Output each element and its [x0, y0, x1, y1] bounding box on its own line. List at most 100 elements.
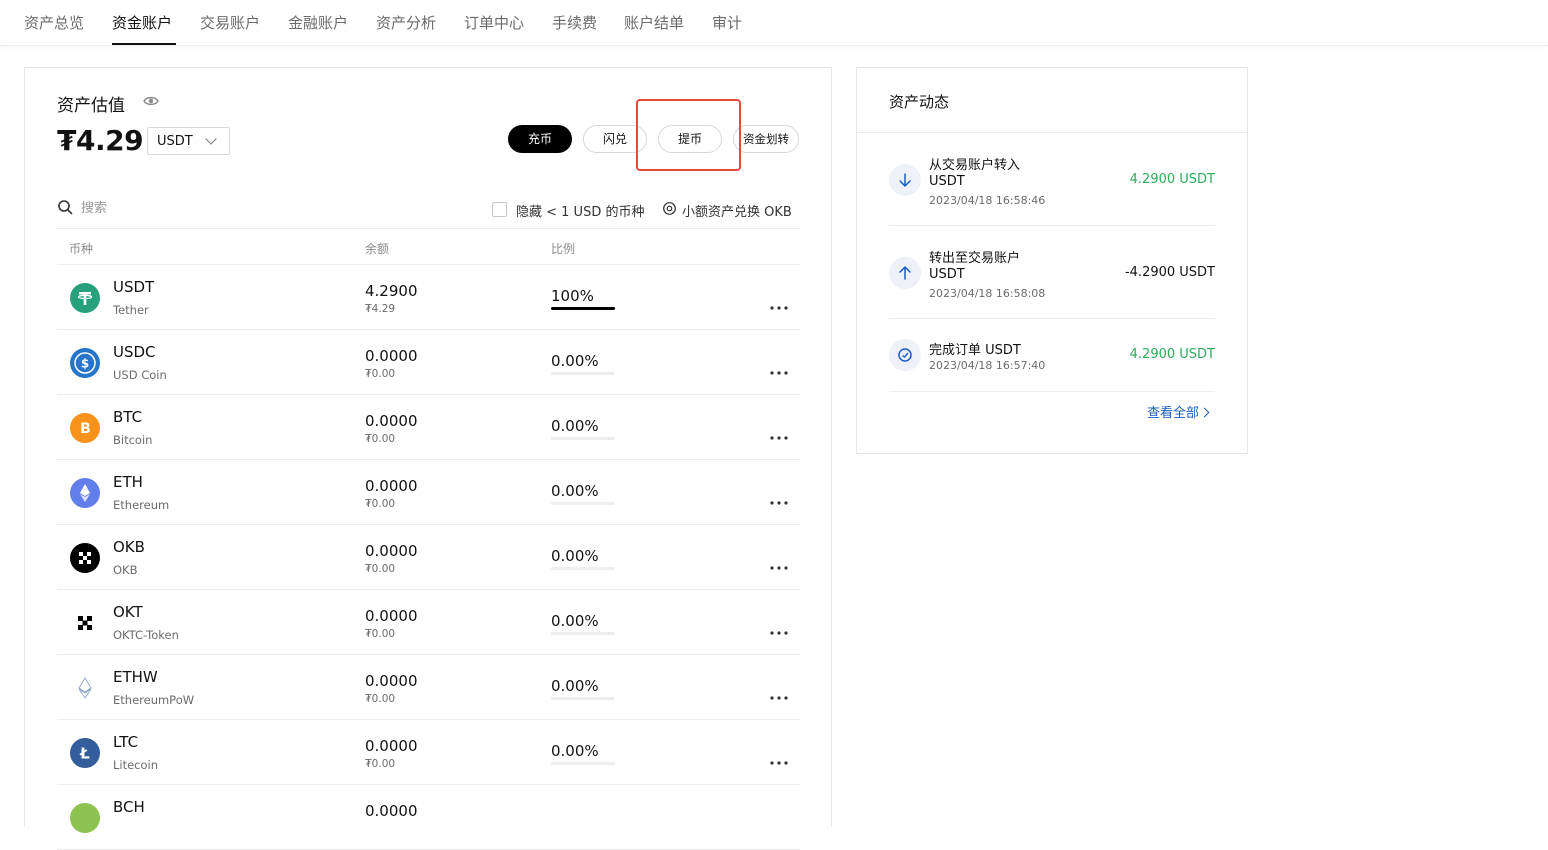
transfer-button[interactable]: 资金划转	[733, 125, 799, 153]
ethw-icon	[70, 673, 100, 703]
tab-asset-overview[interactable]: 资产总览	[24, 12, 84, 33]
coin-name: EthereumPoW	[113, 693, 195, 707]
ratio-bar	[551, 632, 615, 635]
coin-symbol: USDT	[113, 278, 155, 296]
ratio-bar	[551, 567, 615, 570]
coin-symbol: BTC	[113, 408, 143, 426]
deposit-button[interactable]: 充币	[508, 125, 572, 153]
tab-fees[interactable]: 手续费	[552, 12, 597, 33]
ratio-bar	[551, 762, 615, 765]
coin-balance: 0.0000	[365, 477, 418, 495]
view-all-link[interactable]: 查看全部	[1147, 402, 1210, 421]
table-row[interactable]: Ł LTC Litecoin 0.0000 ₮0.00 0.00%	[57, 720, 800, 785]
table-row[interactable]: ETH Ethereum 0.0000 ₮0.00 0.00%	[57, 460, 800, 525]
more-options-icon[interactable]	[770, 750, 788, 765]
activity-time: 2023/04/18 16:58:46	[929, 194, 1046, 207]
more-options-icon[interactable]	[770, 425, 788, 440]
activity-line1: 转出至交易账户	[929, 251, 1021, 266]
coin-balance: 0.0000	[365, 672, 418, 690]
coin-symbol: LTC	[113, 733, 139, 751]
coin-name: OKB	[113, 563, 138, 577]
coin-ratio: 0.00%	[551, 742, 599, 760]
tab-order-center[interactable]: 订单中心	[464, 12, 524, 33]
table-row[interactable]: ETHW EthereumPoW 0.0000 ₮0.00 0.00%	[57, 655, 800, 720]
coin-name: OKTC-Token	[113, 628, 179, 642]
activity-line1: 从交易账户转入	[929, 158, 1021, 173]
litecoin-icon: Ł	[70, 738, 100, 768]
activity-item[interactable]: 从交易账户转入 USDT 2023/04/18 16:58:46 4.2900 …	[889, 133, 1215, 226]
hide-small-label[interactable]: 隐藏 < 1 USD 的币种	[516, 201, 644, 220]
activity-item[interactable]: 转出至交易账户 USDT 2023/04/18 16:58:08 -4.2900…	[889, 226, 1215, 319]
activity-line2: USDT	[929, 267, 965, 282]
tab-audit[interactable]: 审计	[712, 12, 742, 33]
more-options-icon[interactable]	[770, 360, 788, 375]
coin-balance: 0.0000	[365, 802, 418, 820]
ratio-bar	[551, 372, 615, 375]
table-row[interactable]: BCH 0.0000	[57, 785, 800, 850]
coin-name: Bitcoin	[113, 433, 153, 447]
coin-name: USD Coin	[113, 368, 167, 382]
coin-value: ₮0.00	[365, 758, 396, 770]
tab-funding-account[interactable]: 资金账户	[112, 12, 172, 33]
asset-activity-card: 资产动态 从交易账户转入 USDT 2023/04/18 16:58:46 4.…	[856, 67, 1248, 454]
arrow-up-icon	[889, 257, 921, 289]
table-row[interactable]: USDT Tether 4.2900 ₮4.29 100%	[57, 265, 800, 330]
funding-assets-card: 资产估值 ₮4.29 USDT 充币 闪兑 提币 资金划转 隐藏 < 1 USD…	[24, 67, 832, 850]
coin-symbol: OKT	[113, 603, 143, 621]
coin-name: Litecoin	[113, 758, 159, 772]
coin-ratio: 100%	[551, 287, 594, 305]
ratio-bar	[551, 697, 615, 700]
coin-ratio: 0.00%	[551, 677, 599, 695]
tab-statements[interactable]: 账户结单	[624, 12, 684, 33]
coin-balance: 4.2900	[365, 282, 418, 300]
activity-item[interactable]: 完成订单 USDT 2023/04/18 16:57:40 4.2900 USD…	[889, 319, 1215, 392]
more-options-icon[interactable]	[770, 295, 788, 310]
activity-amount: 4.2900 USDT	[1129, 347, 1215, 362]
coin-symbol: BCH	[113, 798, 145, 816]
more-options-icon[interactable]	[770, 620, 788, 635]
top-nav: 资产总览 资金账户 交易账户 金融账户 资产分析 订单中心 手续费 账户结单 审…	[0, 0, 1548, 46]
more-options-icon[interactable]	[770, 555, 788, 570]
svg-text:$: $	[81, 357, 89, 371]
table-top-divider	[57, 228, 800, 229]
coin-balance: 0.0000	[365, 737, 418, 755]
tab-asset-analysis[interactable]: 资产分析	[376, 12, 436, 33]
more-options-icon[interactable]	[770, 685, 788, 700]
coin-name: Ethereum	[113, 498, 170, 512]
activity-time: 2023/04/18 16:58:08	[929, 287, 1046, 300]
tether-icon	[70, 283, 100, 313]
activity-title: 资产动态	[889, 93, 950, 111]
table-row[interactable]: B BTC Bitcoin 0.0000 ₮0.00 0.00%	[57, 395, 800, 460]
coin-value: ₮0.00	[365, 433, 396, 445]
small-asset-convert-link[interactable]: 小额资产兑换 OKB	[682, 201, 792, 220]
coin-symbol: USDC	[113, 343, 156, 361]
activity-amount: -4.2900 USDT	[1124, 265, 1215, 280]
coin-balance: 0.0000	[365, 412, 418, 430]
hide-small-checkbox[interactable]	[492, 202, 507, 217]
eye-icon[interactable]	[143, 95, 159, 107]
valuation-amount: ₮4.29	[57, 124, 144, 157]
chevron-right-icon	[1199, 407, 1210, 418]
valuation-title: 资产估值	[57, 96, 125, 116]
coin-ratio: 0.00%	[551, 352, 599, 370]
svg-text:Ł: Ł	[79, 745, 90, 763]
usdc-icon: $	[70, 348, 100, 378]
table-row[interactable]: $ USDC USD Coin 0.0000 ₮0.00 0.00%	[57, 330, 800, 395]
table-row[interactable]: OKT OKTC-Token 0.0000 ₮0.00 0.00%	[57, 590, 800, 655]
coin-name: Tether	[113, 303, 149, 317]
svg-text:B: B	[80, 421, 91, 437]
order-complete-icon	[889, 339, 921, 371]
coin-symbol: OKB	[113, 538, 145, 556]
tab-finance-account[interactable]: 金融账户	[288, 12, 348, 33]
ratio-bar	[551, 502, 615, 505]
more-options-icon[interactable]	[770, 490, 788, 505]
coin-balance: 0.0000	[365, 542, 418, 560]
coin-value: ₮4.29	[365, 303, 396, 315]
tab-trading-account[interactable]: 交易账户	[200, 12, 260, 33]
search-input[interactable]	[81, 199, 281, 217]
activity-time: 2023/04/18 16:57:40	[929, 359, 1046, 372]
small-asset-convert-icon[interactable]	[662, 201, 677, 216]
currency-select[interactable]: USDT	[147, 127, 230, 155]
ratio-bar	[551, 437, 615, 440]
table-row[interactable]: OKB OKB 0.0000 ₮0.00 0.00%	[57, 525, 800, 590]
